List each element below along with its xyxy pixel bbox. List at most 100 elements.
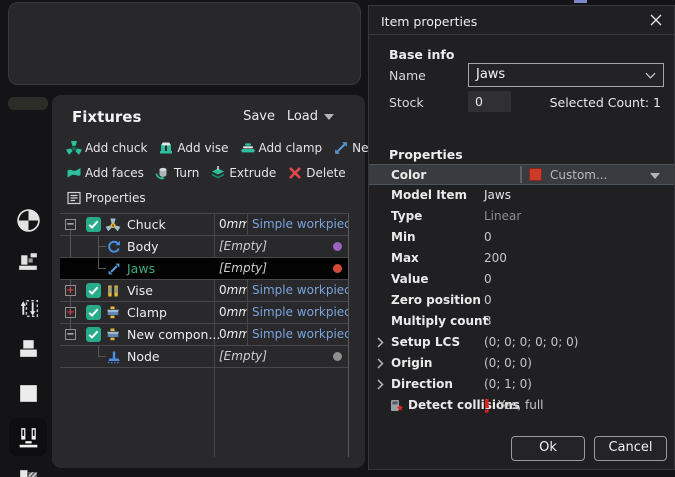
close-icon[interactable] xyxy=(648,12,664,28)
item-properties-dialog: Item properties Base info Name Jaws Stoc… xyxy=(368,5,675,470)
stock-input-value: 0 xyxy=(475,94,483,109)
property-row-color[interactable]: ColorCustom... xyxy=(369,164,674,185)
property-row-multiply-count[interactable]: Multiply count3 xyxy=(369,311,674,332)
chevron-down-icon xyxy=(645,72,656,79)
caret-down-icon xyxy=(324,114,334,120)
chevron-right-icon[interactable] xyxy=(377,358,384,369)
property-label: Value xyxy=(391,269,429,289)
tree-row-body[interactable]: Body[Empty] xyxy=(60,236,348,258)
visibility-checkbox[interactable] xyxy=(86,283,101,298)
sidebar-item-datum[interactable] xyxy=(9,201,47,239)
name-dropdown[interactable]: Jaws xyxy=(468,63,664,87)
clamp-icon xyxy=(105,305,121,321)
property-value: 0 xyxy=(484,227,492,247)
ok-button[interactable]: Ok xyxy=(511,436,585,461)
stock-input[interactable]: 0 xyxy=(468,91,511,112)
expand-icon[interactable]: + xyxy=(65,307,76,318)
visibility-checkbox[interactable] xyxy=(86,305,101,320)
property-row-detect-collisions[interactable]: Detect collisionsYes, full xyxy=(369,395,674,416)
toolbar-button-label: Delete xyxy=(306,166,345,180)
tree-row-clamp[interactable]: +Clamp0mmSimple workpiece xyxy=(60,302,348,324)
collapse-icon[interactable]: − xyxy=(65,329,76,340)
top-edge-fragment xyxy=(574,0,587,3)
chevron-right-icon[interactable] xyxy=(377,379,384,390)
property-grid: ColorCustom...Model ItemJawsTypeLinearMi… xyxy=(369,164,674,416)
visibility-checkbox[interactable] xyxy=(86,327,101,342)
name-dropdown-value: Jaws xyxy=(476,67,505,82)
toolbar-row: Add chuckAdd viseAdd clampNew node xyxy=(66,135,361,160)
offset-cell: 0mm xyxy=(214,302,247,324)
save-button[interactable]: Save xyxy=(243,109,275,124)
tree-name-cell: Node xyxy=(60,346,214,368)
property-value: 0 xyxy=(484,290,492,310)
property-value: Linear xyxy=(484,206,521,226)
sidebar-item-workpiece[interactable] xyxy=(9,329,47,367)
toolbar-row: Add faces Turn Extrude Delete xyxy=(66,160,361,185)
property-value: (0; 1; 0) xyxy=(484,374,532,394)
tree-name-cell: +Clamp xyxy=(60,302,214,324)
empty-cell: [Empty] xyxy=(214,346,348,368)
fixtures-icon xyxy=(16,425,41,450)
property-label: Setup LCS xyxy=(391,332,460,352)
selected-count-text: Selected Count: 1 xyxy=(550,95,661,110)
chuck-icon xyxy=(105,217,121,233)
property-value: (0; 0; 0; 0; 0; 0) xyxy=(484,332,578,352)
tree-item-label: Vise xyxy=(127,280,153,301)
toolbar-row: Properties xyxy=(66,185,361,210)
node-icon xyxy=(106,349,122,365)
sidebar-item-fixtures[interactable] xyxy=(9,418,47,456)
sidebar-item-swap[interactable] xyxy=(9,289,47,327)
collapse-icon[interactable]: − xyxy=(65,219,76,230)
tree-row-vise[interactable]: + Vise 0mmSimple workpiece xyxy=(60,280,348,302)
add-faces-button[interactable]: Add faces xyxy=(66,165,144,181)
property-row-max[interactable]: Max200 xyxy=(369,248,674,269)
tree-row-chuck[interactable]: −Chuck0mmSimple workpiece xyxy=(60,214,348,236)
tree-row-new-compon[interactable]: −New compon...0mmSimple workpiece xyxy=(60,324,348,346)
property-row-setup-lcs[interactable]: Setup LCS (0; 0; 0; 0; 0; 0) xyxy=(369,332,674,353)
add-chuck-icon xyxy=(66,140,82,156)
tree-item-label: Body xyxy=(127,236,159,257)
app-root: Fixtures Save Load Add chuckAdd viseAdd … xyxy=(0,0,675,477)
tree-row-jaws[interactable]: Jaws[Empty] xyxy=(60,258,348,280)
chevron-right-icon[interactable] xyxy=(377,337,384,348)
property-row-origin[interactable]: Origin(0; 0; 0) xyxy=(369,353,674,374)
visibility-checkbox[interactable] xyxy=(86,217,101,232)
add-clamp-button[interactable]: Add clamp xyxy=(240,140,323,156)
load-button[interactable]: Load xyxy=(287,109,334,124)
fixtures-tree-table: −Chuck0mmSimple workpieceBody[Empty]Jaws… xyxy=(60,213,349,457)
color-dot xyxy=(333,242,342,251)
property-label: Model Item xyxy=(391,185,467,205)
vise-icon xyxy=(105,283,121,299)
color-dot xyxy=(333,264,342,273)
property-row-type[interactable]: TypeLinear xyxy=(369,206,674,227)
extrude-button[interactable]: Extrude xyxy=(210,165,276,181)
caret-down-icon[interactable] xyxy=(650,173,660,179)
tree-row-node[interactable]: Node[Empty] xyxy=(60,346,348,368)
properties-button[interactable]: Properties xyxy=(66,190,146,206)
sidebar-item-materials[interactable] xyxy=(9,459,47,477)
tree-connector xyxy=(98,236,99,258)
add-vise-button[interactable]: Add vise xyxy=(158,140,228,156)
workpiece-link[interactable]: Simple workpiece xyxy=(247,280,348,302)
offset-cell: 0mm xyxy=(214,280,247,302)
property-value: (0; 0; 0) xyxy=(484,353,532,373)
add-chuck-button[interactable]: Add chuck xyxy=(66,140,147,156)
property-label: Max xyxy=(391,248,419,268)
property-row-zero-position[interactable]: Zero position0 xyxy=(369,290,674,311)
workpiece-link[interactable]: Simple workpiece xyxy=(247,302,348,324)
expand-icon[interactable]: + xyxy=(65,285,76,296)
property-row-model-item[interactable]: Model ItemJaws xyxy=(369,185,674,206)
sidebar-item-machine[interactable] xyxy=(9,241,47,279)
delete-button[interactable]: Delete xyxy=(287,165,345,181)
workpiece-link[interactable]: Simple workpiece xyxy=(247,214,348,236)
turn-button[interactable]: Turn xyxy=(155,165,199,181)
add-faces-icon xyxy=(66,165,82,181)
property-row-min[interactable]: Min0 xyxy=(369,227,674,248)
property-row-direction[interactable]: Direction(0; 1; 0) xyxy=(369,374,674,395)
workpiece-link[interactable]: Simple workpiece xyxy=(247,324,348,346)
cancel-button[interactable]: Cancel xyxy=(594,436,667,461)
machine-icon xyxy=(16,248,41,273)
materials-icon xyxy=(16,466,41,477)
property-row-value[interactable]: Value0 xyxy=(369,269,674,290)
sidebar-item-plane[interactable] xyxy=(9,374,47,412)
